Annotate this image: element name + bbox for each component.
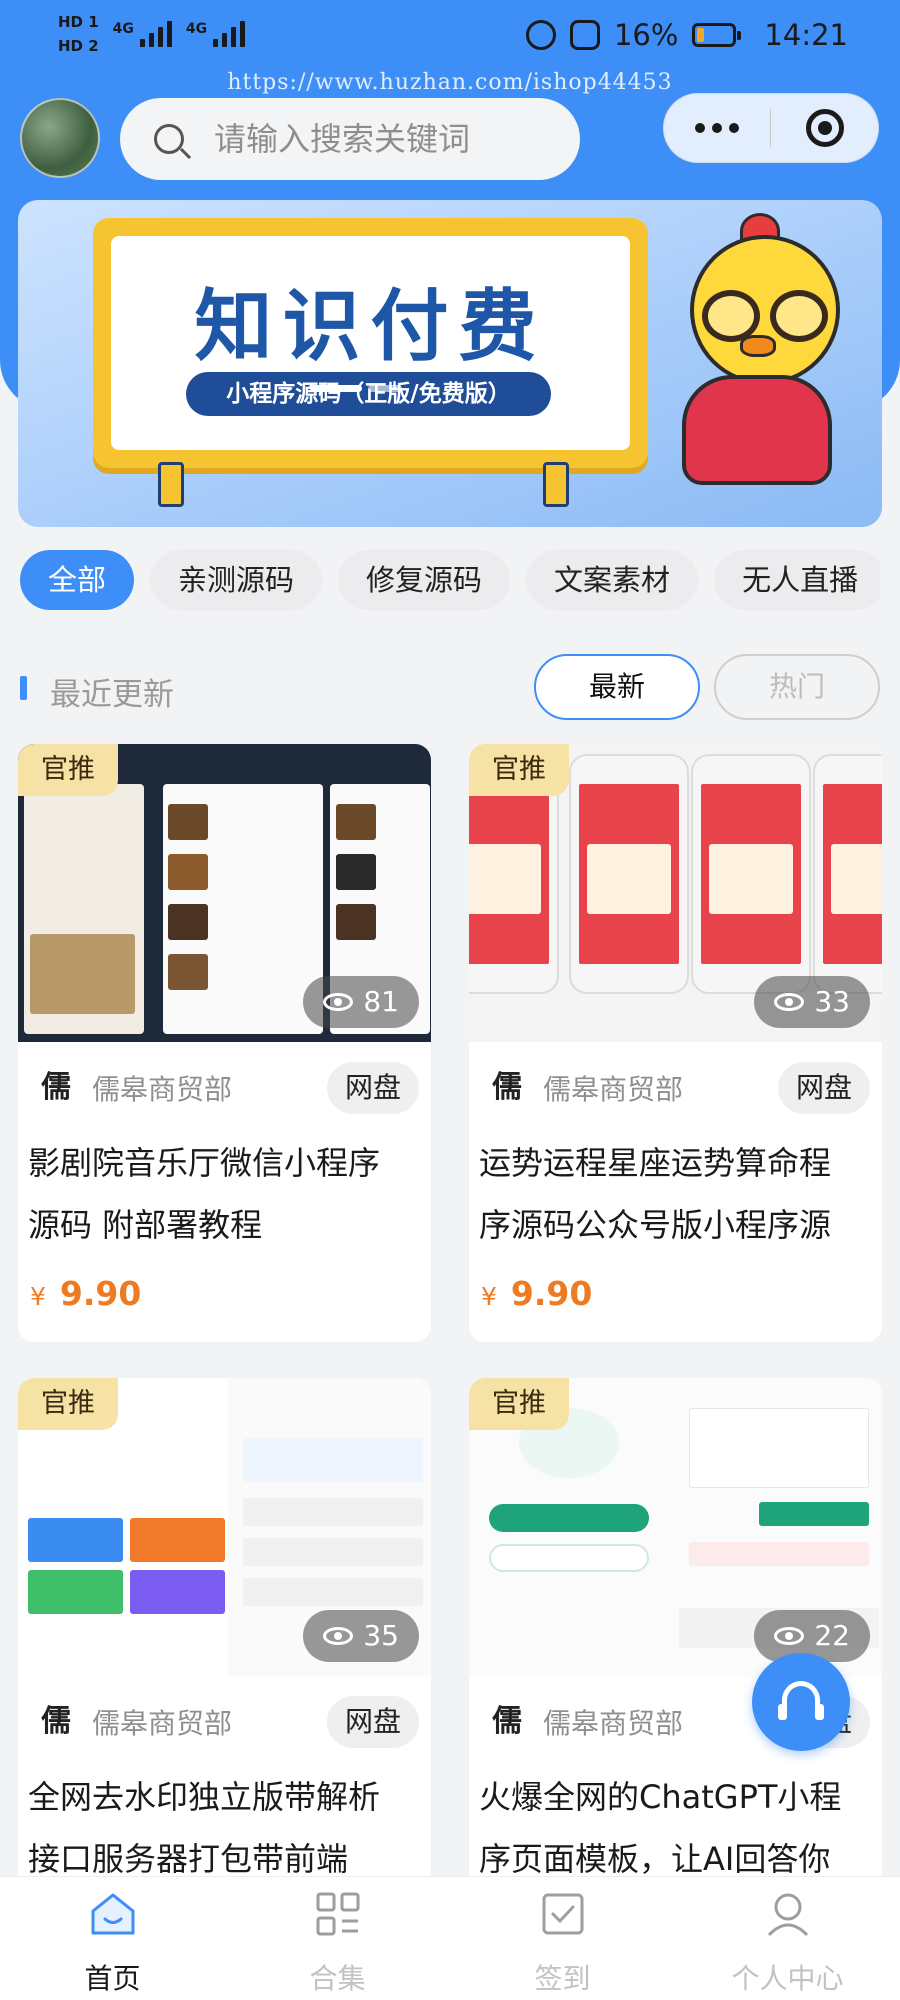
recommend-badge: 官推	[469, 744, 569, 796]
section-title: 最近更新	[50, 677, 174, 713]
battery-icon	[692, 23, 742, 47]
shop-name: 儒皋商贸部	[543, 1707, 684, 1740]
shop-logo: 儒	[492, 1070, 522, 1105]
category-tab-live[interactable]: 无人直播	[714, 550, 880, 610]
delivery-tag: 网盘	[326, 1696, 419, 1748]
user-avatar[interactable]	[20, 98, 100, 178]
headset-icon	[778, 1681, 824, 1720]
category-tab-fixed[interactable]: 修复源码	[338, 550, 511, 610]
tab-profile-label: 个人中心	[731, 1962, 844, 1995]
board-leg	[543, 462, 569, 507]
board-leg	[158, 462, 184, 507]
shop-name: 儒皋商贸部	[92, 1073, 233, 1106]
search-bar[interactable]	[120, 98, 580, 180]
hd2-indicator: HD 2	[58, 37, 99, 55]
more-menu-icon[interactable]	[664, 123, 770, 133]
section-header: 最近更新 最新 热门	[0, 632, 900, 744]
battery-percent: 16%	[613, 18, 679, 52]
tab-collection-label: 合集	[309, 1962, 366, 1995]
category-tab-tested[interactable]: 亲测源码	[150, 550, 323, 610]
checkin-icon	[542, 1893, 583, 1935]
signal-1-icon: 4G	[113, 21, 172, 47]
shop-name: 儒皋商贸部	[92, 1707, 233, 1740]
search-icon	[154, 124, 184, 154]
delivery-tag: 网盘	[777, 1062, 870, 1114]
product-price: ¥9.90	[30, 1274, 142, 1313]
product-card[interactable]: 官推 35 儒 儒皋商贸部 网盘 全网去水印独立版带解析 接口服务器打包带前端	[18, 1378, 431, 1938]
category-tab-all[interactable]: 全部	[20, 550, 135, 610]
bottom-tab-bar: 首页 合集 签到 个人中心	[0, 1876, 900, 2000]
shop-row: 儒 儒皋商贸部 网盘	[18, 1696, 431, 1748]
tab-profile[interactable]: 个人中心	[675, 1877, 900, 2000]
hd1-indicator: HD 1	[58, 13, 99, 31]
product-title: 运势运程星座运势算命程 序源码公众号版小程序源	[479, 1144, 832, 1244]
miniprogram-capsule	[663, 93, 879, 163]
shop-row: 儒 儒皋商贸部 网盘	[469, 1062, 882, 1114]
view-count: 81	[303, 976, 419, 1028]
home-icon	[91, 1893, 134, 1935]
product-title: 全网去水印独立版带解析 接口服务器打包带前端	[28, 1778, 381, 1878]
recommend-badge: 官推	[18, 744, 118, 796]
search-input[interactable]	[214, 120, 554, 158]
shop-logo: 儒	[41, 1704, 71, 1739]
profile-icon	[767, 1893, 808, 1937]
category-tabs: 全部 亲测源码 修复源码 文案素材 无人直播	[20, 550, 880, 610]
sort-hot-button[interactable]: 热门	[714, 654, 880, 720]
banner-subtitle: 小程序源码（正版/免费版）	[186, 372, 551, 416]
view-count: 35	[303, 1610, 419, 1662]
view-count: 33	[754, 976, 870, 1028]
tab-collection[interactable]: 合集	[225, 1877, 450, 2000]
alarm-icon	[525, 20, 556, 50]
chick-mascot	[678, 213, 848, 515]
eye-icon	[323, 993, 354, 1011]
eye-icon	[323, 1627, 354, 1645]
watermark-url: https://www.huzhan.com/ishop44453	[227, 70, 673, 95]
delivery-tag: 网盘	[326, 1062, 419, 1114]
shop-logo: 儒	[41, 1070, 71, 1105]
grid-icon	[316, 1892, 359, 1936]
shop-name: 儒皋商贸部	[543, 1073, 684, 1106]
shop-logo: 儒	[492, 1704, 522, 1739]
category-tab-copywriting[interactable]: 文案素材	[526, 550, 699, 610]
section-accent-bar	[20, 676, 27, 700]
clock: 14:21	[764, 18, 848, 52]
product-title: 火爆全网的ChatGPT小程 序页面模板，让AI回答你	[479, 1778, 842, 1878]
tab-home[interactable]: 首页	[0, 1877, 225, 2000]
promo-banner[interactable]: 知识付费 小程序源码（正版/免费版）	[18, 200, 882, 527]
product-card[interactable]: 官推 33 儒 儒皋商贸部 网盘 运势运程星座运势算命程 序源码公众号版小程序源…	[469, 744, 882, 1342]
recommend-badge: 官推	[469, 1378, 569, 1430]
tab-checkin[interactable]: 签到	[450, 1877, 675, 2000]
close-miniprogram-icon[interactable]	[771, 109, 878, 147]
tab-home-label: 首页	[84, 1962, 141, 1995]
banner-pagination	[310, 385, 402, 392]
eye-icon	[774, 1627, 805, 1645]
product-title: 影剧院音乐厅微信小程序 源码 附部署教程	[28, 1144, 381, 1244]
product-card[interactable]: 官推 81 儒 儒皋商贸部 网盘 影剧院音乐厅微信小程序 源码 附部署教程 ¥9…	[18, 744, 431, 1342]
banner-title: 知识付费	[194, 282, 547, 372]
status-bar: HD 1 HD 2 4G 4G 16% 14:21	[0, 0, 900, 78]
shop-row: 儒 儒皋商贸部 网盘	[18, 1062, 431, 1114]
tab-checkin-label: 签到	[534, 1962, 591, 1995]
eye-icon	[774, 993, 805, 1011]
customer-service-button[interactable]	[752, 1653, 850, 1751]
product-price: ¥9.90	[481, 1274, 593, 1313]
sort-latest-button[interactable]: 最新	[534, 654, 700, 720]
banner-board: 知识付费 小程序源码（正版/免费版）	[93, 218, 648, 468]
mute-icon	[569, 20, 600, 50]
signal-2-icon: 4G	[186, 21, 246, 47]
recommend-badge: 官推	[18, 1378, 118, 1430]
